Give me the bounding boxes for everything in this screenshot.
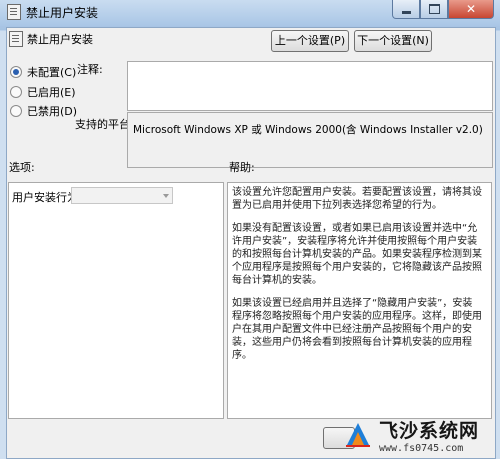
watermark-url: www.fs0745.com bbox=[379, 442, 464, 454]
help-paragraph: 该设置允许您配置用户安装。若要配置该设置，请将其设置为已启用并使用下拉列表选择您… bbox=[232, 187, 482, 211]
radio-indicator bbox=[10, 66, 22, 78]
dialog-client-area: 禁止用户安装 上一个设置(P) 下一个设置(N) 未配置(C) 已启用(E) 已… bbox=[6, 27, 496, 459]
platform-value: Microsoft Windows XP 或 Windows 2000(含 Wi… bbox=[133, 124, 483, 136]
setting-name: 禁止用户安装 bbox=[27, 33, 93, 46]
watermark-logo-icon bbox=[343, 420, 373, 450]
options-header: 选项: bbox=[9, 161, 35, 174]
comment-label: 注释: bbox=[77, 63, 103, 76]
setting-icon bbox=[9, 31, 23, 47]
maximize-icon bbox=[428, 4, 440, 14]
radio-label: 已启用(E) bbox=[27, 86, 76, 99]
radio-indicator bbox=[10, 105, 22, 117]
options-panel: 用户安装行为: bbox=[8, 182, 224, 419]
radio-indicator bbox=[10, 86, 22, 98]
close-icon: ✕ bbox=[465, 2, 477, 16]
window-title: 禁止用户安装 bbox=[26, 6, 99, 20]
close-button[interactable]: ✕ bbox=[448, 0, 494, 19]
help-paragraph: 如果没有配置该设置，或者如果已启用该设置并选中“允许用户安装”，安装程序将允许并… bbox=[232, 223, 482, 286]
help-panel: 该设置允许您配置用户安装。若要配置该设置，请将其设置为已启用并使用下拉列表选择您… bbox=[227, 182, 492, 419]
radio-label: 已禁用(D) bbox=[27, 105, 78, 118]
next-setting-button[interactable]: 下一个设置(N) bbox=[354, 30, 432, 52]
title-bar[interactable]: 禁止用户安装 ✕ bbox=[0, 0, 500, 26]
dialog-window: 禁止用户安装 ✕ 禁止用户安装 上一个设置(P) 下一个设置(N) 未配置(C)… bbox=[0, 0, 500, 459]
platform-box: Microsoft Windows XP 或 Windows 2000(含 Wi… bbox=[127, 112, 493, 168]
minimize-icon bbox=[401, 10, 411, 14]
radio-label: 未配置(C) bbox=[27, 66, 77, 79]
install-behavior-dropdown[interactable] bbox=[71, 187, 173, 204]
help-text: 该设置允许您配置用户安装。若要配置该设置，请将其设置为已启用并使用下拉列表选择您… bbox=[232, 186, 482, 372]
radio-not-configured[interactable]: 未配置(C) bbox=[10, 64, 76, 80]
help-paragraph: 如果该设置已经启用并且选择了“隐藏用户安装”，安装程序将忽略按照每个用户安装的应… bbox=[232, 298, 482, 361]
chevron-down-icon bbox=[163, 194, 169, 198]
caption-buttons: ✕ bbox=[392, 0, 494, 19]
platform-label: 支持的平台: bbox=[75, 118, 134, 131]
previous-setting-button[interactable]: 上一个设置(P) bbox=[271, 30, 349, 52]
policy-document-icon bbox=[7, 4, 21, 20]
radio-disabled[interactable]: 已禁用(D) bbox=[10, 103, 77, 119]
comment-textarea[interactable] bbox=[127, 61, 493, 111]
site-watermark: 飞沙系统网 www.fs0745.com bbox=[343, 410, 500, 459]
watermark-title: 飞沙系统网 bbox=[379, 419, 480, 442]
maximize-button[interactable] bbox=[420, 0, 448, 19]
radio-enabled[interactable]: 已启用(E) bbox=[10, 84, 76, 100]
minimize-button[interactable] bbox=[392, 0, 420, 19]
help-header: 帮助: bbox=[229, 161, 255, 174]
